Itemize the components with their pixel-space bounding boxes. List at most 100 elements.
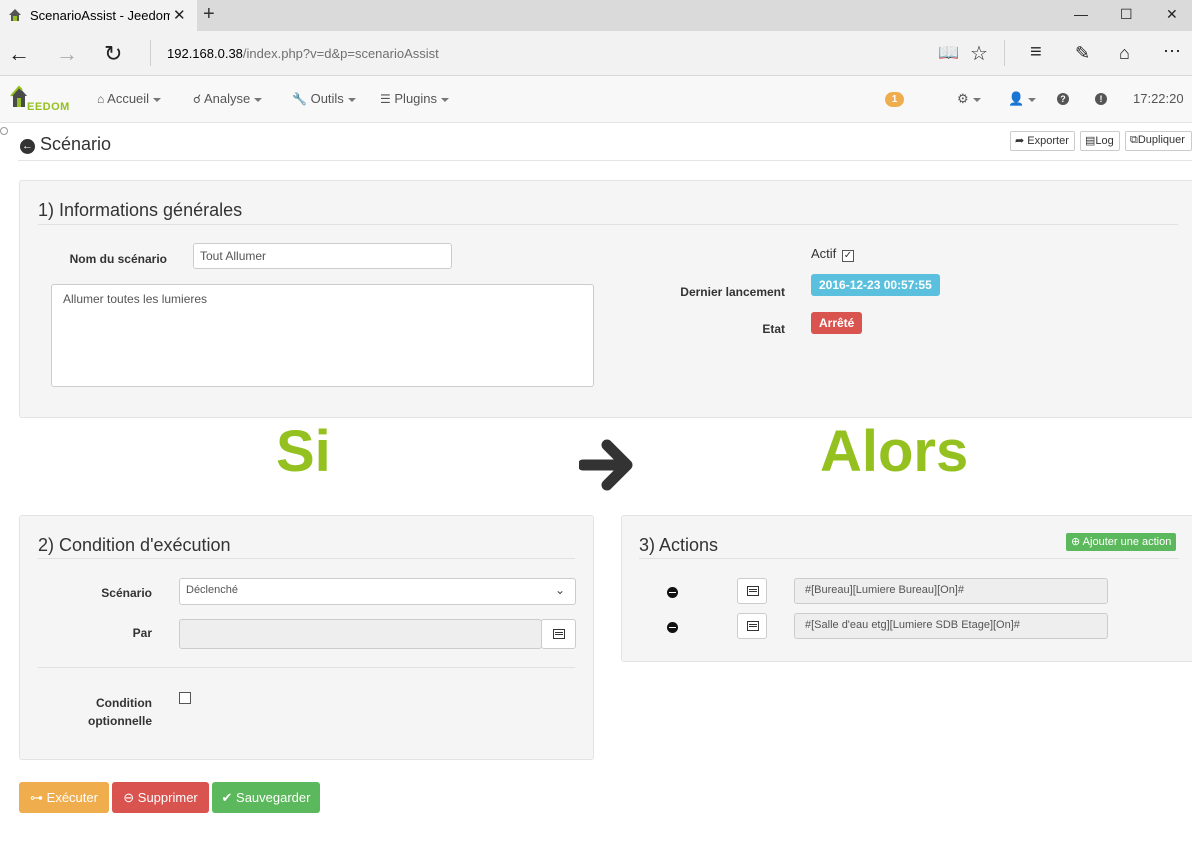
optional-condition-label: Condition optionnelle [60, 694, 152, 730]
alert-icon[interactable]: ! [1095, 93, 1107, 105]
browser-tab[interactable]: ScenarioAssist - Jeedom ✕ [0, 0, 197, 31]
select-command-button[interactable] [737, 578, 767, 604]
new-tab-icon[interactable]: + [203, 3, 215, 26]
execute-button[interactable]: ⊶ Exécuter [19, 782, 109, 813]
state-label: Etat [762, 322, 785, 336]
menu-label: Analyse [203, 91, 251, 106]
duplicate-button[interactable]: ⧉Dupliquer [1125, 131, 1192, 151]
general-info-legend: 1) Informations générales [38, 200, 243, 220]
optional-condition-checkbox[interactable] [179, 692, 191, 704]
condition-legend: 2) Condition d'exécution [38, 535, 231, 555]
menu-accueil[interactable]: ⌂ Accueil [97, 91, 162, 106]
duplicate-label: Dupliquer [1137, 134, 1185, 146]
clock: 17:22:20 [1133, 91, 1184, 106]
logo-text: EEDOM [27, 101, 70, 113]
menu-analyse[interactable]: ☌ Analyse [193, 91, 263, 106]
app-navbar: EEDOM ⌂ Accueil ☌ Analyse 🔧 Outils ☰ Plu… [0, 76, 1192, 123]
list-alt-icon [747, 621, 759, 631]
notification-badge[interactable]: 1 [885, 92, 904, 107]
export-button[interactable]: ➦ Exporter [1010, 131, 1075, 151]
wrench-icon: 🔧 [292, 92, 307, 106]
log-label: Log [1095, 135, 1114, 147]
menu-plugins[interactable]: ☰ Plugins [380, 91, 450, 106]
user-icon: 👤 [1008, 91, 1025, 106]
menu-label: Accueil [107, 91, 150, 106]
close-window-icon[interactable]: ✕ [1166, 6, 1178, 23]
actions-legend: 3) Actions [639, 535, 719, 555]
forward-icon[interactable]: → [56, 41, 78, 67]
maximize-icon[interactable]: ☐ [1120, 6, 1133, 23]
menu-outils[interactable]: 🔧 Outils [292, 91, 356, 106]
file-icon: ▤ [1085, 135, 1096, 147]
menu-label: Plugins [394, 91, 438, 106]
separator [1004, 40, 1005, 66]
active-label: Actif [811, 246, 837, 261]
optional-label-line2: optionnelle [88, 714, 152, 728]
caret-down-icon [347, 97, 356, 102]
delete-label: Supprimer [137, 790, 198, 805]
description-textarea[interactable]: Allumer toutes les lumieres [51, 284, 594, 387]
help-icon[interactable]: ? [1057, 93, 1069, 105]
divider [639, 558, 1179, 559]
save-label: Sauvegarder [236, 790, 311, 805]
name-input[interactable]: Tout Allumer [193, 243, 452, 269]
web-note-icon[interactable]: ✎ [1075, 43, 1090, 64]
remove-action-icon[interactable] [667, 622, 678, 633]
jeedom-favicon-icon [9, 9, 21, 21]
scenario-select-value: Déclenché [186, 584, 238, 596]
favorite-star-icon[interactable]: ☆ [970, 41, 988, 66]
analyse-icon: ☌ [193, 92, 202, 106]
refresh-icon[interactable]: ↻ [104, 41, 122, 67]
menu-label: Outils [310, 91, 344, 106]
back-circle-icon[interactable]: ← [20, 139, 35, 154]
export-label: Exporter [1027, 135, 1069, 147]
caret-down-icon [441, 97, 450, 102]
remove-action-icon[interactable] [667, 587, 678, 598]
list-alt-icon [553, 629, 565, 639]
back-icon[interactable]: ← [8, 41, 30, 67]
list-alt-icon [747, 586, 759, 596]
add-action-button[interactable]: ⊕ Ajouter une action [1066, 533, 1177, 551]
reading-view-icon[interactable]: 📖 [938, 43, 959, 63]
delete-button[interactable]: ⊖ Supprimer [112, 782, 209, 813]
execute-label: Exécuter [46, 790, 98, 805]
select-command-button[interactable] [737, 613, 767, 639]
caret-down-icon [153, 97, 162, 102]
log-button[interactable]: ▤Log [1080, 131, 1120, 151]
state-badge: Arrêté [811, 312, 863, 334]
hub-icon[interactable]: ≡ [1030, 41, 1042, 64]
copy-icon: ⧉ [1130, 134, 1138, 146]
action-command-input[interactable]: #[Salle d'eau etg][Lumiere SDB Etage][On… [794, 613, 1108, 639]
alors-heading: Alors [820, 419, 969, 484]
browser-tab-bar: ScenarioAssist - Jeedom ✕ + — ☐ ✕ [0, 0, 1192, 31]
gamepad-icon: ⊶ [30, 790, 44, 805]
home-icon: ⌂ [97, 92, 105, 106]
last-run-label: Dernier lancement [680, 285, 785, 299]
minimize-icon[interactable]: — [1074, 6, 1088, 22]
scenario-select[interactable]: Déclenché ⌄ [179, 578, 576, 605]
optional-label-line1: Condition [96, 696, 152, 710]
action-command-input[interactable]: #[Bureau][Lumiere Bureau][On]# [794, 578, 1108, 604]
divider [38, 558, 575, 559]
par-label: Par [132, 626, 152, 640]
separator [150, 40, 151, 66]
list-icon: ☰ [380, 92, 391, 106]
scenario-label: Scénario [101, 586, 152, 600]
caret-down-icon [254, 97, 263, 102]
gears-icon: ⚙ [957, 91, 969, 106]
page-title: ← Scénario [20, 134, 111, 155]
sidebar-toggle-icon[interactable] [0, 127, 8, 135]
jeedom-logo[interactable]: EEDOM [9, 84, 69, 113]
select-command-button[interactable] [541, 619, 576, 649]
url-input[interactable]: 192.168.0.38/index.php?v=d&p=scenarioAss… [167, 46, 439, 61]
divider [18, 160, 1192, 161]
more-icon[interactable]: ⋯ [1163, 41, 1181, 62]
active-checkbox[interactable]: ✓ [842, 250, 854, 262]
settings-menu[interactable]: ⚙ [957, 91, 981, 107]
save-button[interactable]: ✔ Sauvegarder [212, 782, 320, 813]
close-tab-icon[interactable]: ✕ [173, 6, 186, 24]
share-icon[interactable]: ⌂ [1119, 43, 1130, 64]
share-arrow-icon: ➦ [1015, 135, 1025, 147]
user-menu[interactable]: 👤 [1008, 91, 1037, 107]
par-input[interactable] [179, 619, 542, 649]
